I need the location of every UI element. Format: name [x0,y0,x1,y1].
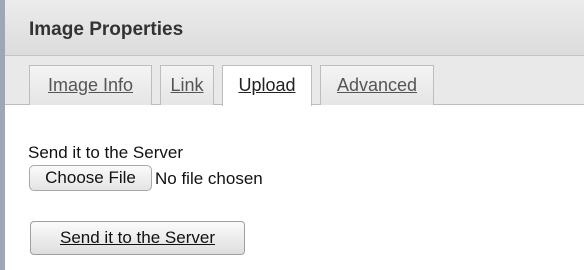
dialog-title: Image Properties [29,19,184,40]
tab-advanced[interactable]: Advanced [320,65,434,105]
tab-strip: Image Info Link Upload Advanced [5,56,584,106]
upload-panel: Send it to the Server Choose File No fil… [5,105,584,270]
send-to-server-button[interactable]: Send it to the Server [30,221,245,255]
choose-file-button[interactable]: Choose File [29,165,152,191]
tab-link[interactable]: Link [160,65,214,105]
dialog-title-bar[interactable]: Image Properties [5,0,584,56]
tab-image-info[interactable]: Image Info [29,65,152,105]
file-status-text: No file chosen [155,169,263,188]
upload-field-label: Send it to the Server [28,143,183,162]
tab-upload[interactable]: Upload [222,65,312,106]
image-properties-dialog: Image Properties Image Info Link Upload … [0,0,584,270]
